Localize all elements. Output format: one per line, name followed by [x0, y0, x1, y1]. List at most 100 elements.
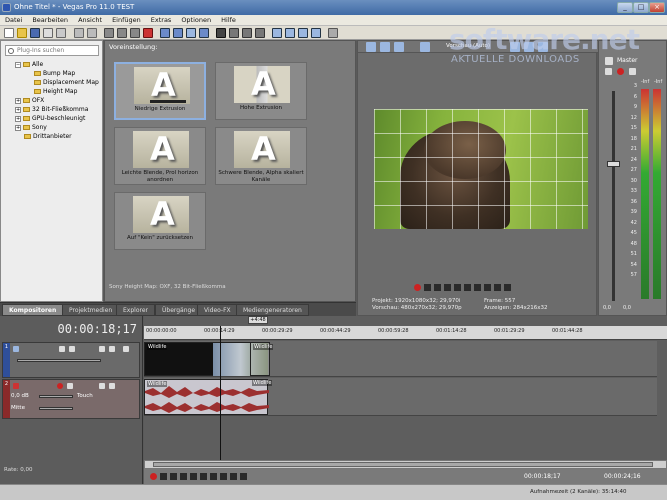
loop-icon[interactable]	[160, 473, 167, 480]
scroll-thumb[interactable]	[153, 462, 653, 467]
project-settings-icon[interactable]	[366, 42, 376, 52]
maximize-button[interactable]: □	[633, 2, 649, 13]
render-icon[interactable]	[56, 28, 66, 38]
tab-projektmedien[interactable]: Projektmedien	[62, 304, 120, 316]
menu-extras[interactable]: Extras	[146, 15, 177, 26]
redo-icon[interactable]	[87, 28, 97, 38]
prev-frame-icon[interactable]	[494, 284, 501, 291]
video-clip-overlap[interactable]: Wildlife	[250, 342, 274, 376]
master-fx-icon[interactable]	[605, 68, 612, 75]
plugin-search-input[interactable]: Plug-Ins suchen	[5, 45, 99, 56]
stop-icon[interactable]	[464, 284, 471, 291]
undo-icon[interactable]	[74, 28, 84, 38]
track-fx-icon[interactable]	[69, 346, 75, 352]
tree-item-ofx[interactable]: + OFX	[15, 96, 44, 105]
solo-icon[interactable]	[109, 383, 115, 389]
tree-item-32bit[interactable]: +32 Bit-Fließkomma	[15, 105, 88, 114]
cut-icon[interactable]	[104, 28, 114, 38]
tree-item-alle[interactable]: − Alle	[15, 60, 43, 69]
expand-icon[interactable]: +	[15, 125, 21, 131]
new-file-icon[interactable]	[4, 28, 14, 38]
play-from-start-icon[interactable]	[170, 473, 177, 480]
pan-slider[interactable]	[39, 407, 73, 410]
master-fader-handle[interactable]	[607, 161, 620, 167]
preset-thumbnail[interactable]: A Hohe Extrusion	[215, 62, 307, 120]
preset-thumbnail[interactable]: A Leichte Blende, Prol horizon anordnen	[114, 127, 206, 185]
tree-item-gpu[interactable]: + GPU-beschleunigt	[15, 114, 85, 123]
automation-mode[interactable]: Touch	[77, 393, 93, 399]
pan-crop-icon[interactable]	[285, 28, 295, 38]
master-solo-icon[interactable]	[629, 68, 636, 75]
track-motion-icon[interactable]	[59, 346, 65, 352]
track-motion-icon[interactable]	[298, 28, 308, 38]
zoom-tool-icon[interactable]	[255, 28, 265, 38]
crop-icon[interactable]	[272, 28, 282, 38]
level-slider[interactable]	[17, 359, 101, 362]
menu-einfuegen[interactable]: Einfügen	[107, 15, 146, 26]
tree-item-height-map[interactable]: Height Map	[34, 87, 77, 96]
preset-thumbnail[interactable]: A Auf "Kein" zurücksetzen	[114, 192, 206, 250]
split-screen-icon[interactable]	[420, 42, 430, 52]
next-frame-icon[interactable]	[240, 473, 247, 480]
normal-edit-tool-icon[interactable]	[216, 28, 226, 38]
expand-icon[interactable]: +	[15, 98, 21, 104]
tree-item-displacement-map[interactable]: Displacement Map	[34, 78, 99, 87]
save-icon[interactable]	[30, 28, 40, 38]
record-icon[interactable]	[150, 473, 157, 480]
help-icon[interactable]	[328, 28, 338, 38]
loop-icon[interactable]	[424, 284, 431, 291]
loop-region-marker[interactable]: +4:48	[248, 316, 268, 324]
expand-icon[interactable]: +	[15, 107, 21, 113]
tab-mediengeneratoren[interactable]: Mediengeneratoren	[236, 304, 309, 316]
next-frame-icon[interactable]	[504, 284, 511, 291]
volume-slider[interactable]	[39, 395, 73, 398]
selection-tool-icon[interactable]	[242, 28, 252, 38]
play-icon[interactable]	[444, 284, 451, 291]
fx-icon[interactable]	[394, 42, 404, 52]
ignore-grouping-icon[interactable]	[199, 28, 209, 38]
prev-frame-icon[interactable]	[230, 473, 237, 480]
minimize-button[interactable]: _	[617, 2, 633, 13]
snap-icon[interactable]	[160, 28, 170, 38]
mute-icon[interactable]	[99, 346, 105, 352]
menu-hilfe[interactable]: Hilfe	[216, 15, 241, 26]
fx-chain-icon[interactable]	[311, 28, 321, 38]
preset-thumbnail[interactable]: A Niedrige Extrusion	[114, 62, 206, 120]
lock-envelopes-icon[interactable]	[186, 28, 196, 38]
close-button[interactable]: ×	[649, 2, 665, 13]
pause-icon[interactable]	[190, 473, 197, 480]
delete-icon[interactable]	[143, 28, 153, 38]
track-fx-icon[interactable]	[67, 383, 73, 389]
tree-item-bump-map[interactable]: Bump Map	[34, 69, 75, 78]
properties-icon[interactable]	[43, 28, 53, 38]
auto-ripple-icon[interactable]	[173, 28, 183, 38]
solo-icon[interactable]	[109, 346, 115, 352]
master-mute-icon[interactable]	[617, 68, 624, 75]
tab-kompositoren[interactable]: Kompositoren	[2, 304, 64, 316]
pause-icon[interactable]	[454, 284, 461, 291]
audio-clip[interactable]: Wildlife	[144, 379, 269, 415]
playhead-cursor[interactable]	[220, 326, 221, 466]
menu-datei[interactable]: Datei	[0, 15, 27, 26]
menu-bearbeiten[interactable]: Bearbeiten	[27, 15, 73, 26]
tab-video-fx[interactable]: Video-FX	[197, 304, 238, 316]
play-from-start-icon[interactable]	[434, 284, 441, 291]
go-to-start-icon[interactable]	[474, 284, 481, 291]
go-to-end-icon[interactable]	[220, 473, 227, 480]
arm-record-icon[interactable]	[57, 383, 63, 389]
tab-explorer[interactable]: Explorer	[116, 304, 155, 316]
audio-track-header[interactable]: 2 0,0 dB Touch Mitte	[2, 379, 140, 419]
menu-ansicht[interactable]: Ansicht	[73, 15, 107, 26]
tree-item-drittanbieter[interactable]: Drittanbieter	[24, 132, 72, 141]
mute-icon[interactable]	[99, 383, 105, 389]
video-track-header[interactable]: 1	[2, 342, 140, 378]
record-icon[interactable]	[414, 284, 421, 291]
tab-uebergaenge[interactable]: Übergänge	[155, 304, 203, 316]
menu-optionen[interactable]: Optionen	[176, 15, 216, 26]
go-to-end-icon[interactable]	[484, 284, 491, 291]
time-ruler[interactable]: 00:00:00:00 00:00:14:29 00:00:29:29 00:0…	[144, 326, 667, 340]
horizontal-scrollbar[interactable]	[144, 460, 667, 469]
copy-icon[interactable]	[117, 28, 127, 38]
paste-icon[interactable]	[130, 28, 140, 38]
open-folder-icon[interactable]	[17, 28, 27, 38]
